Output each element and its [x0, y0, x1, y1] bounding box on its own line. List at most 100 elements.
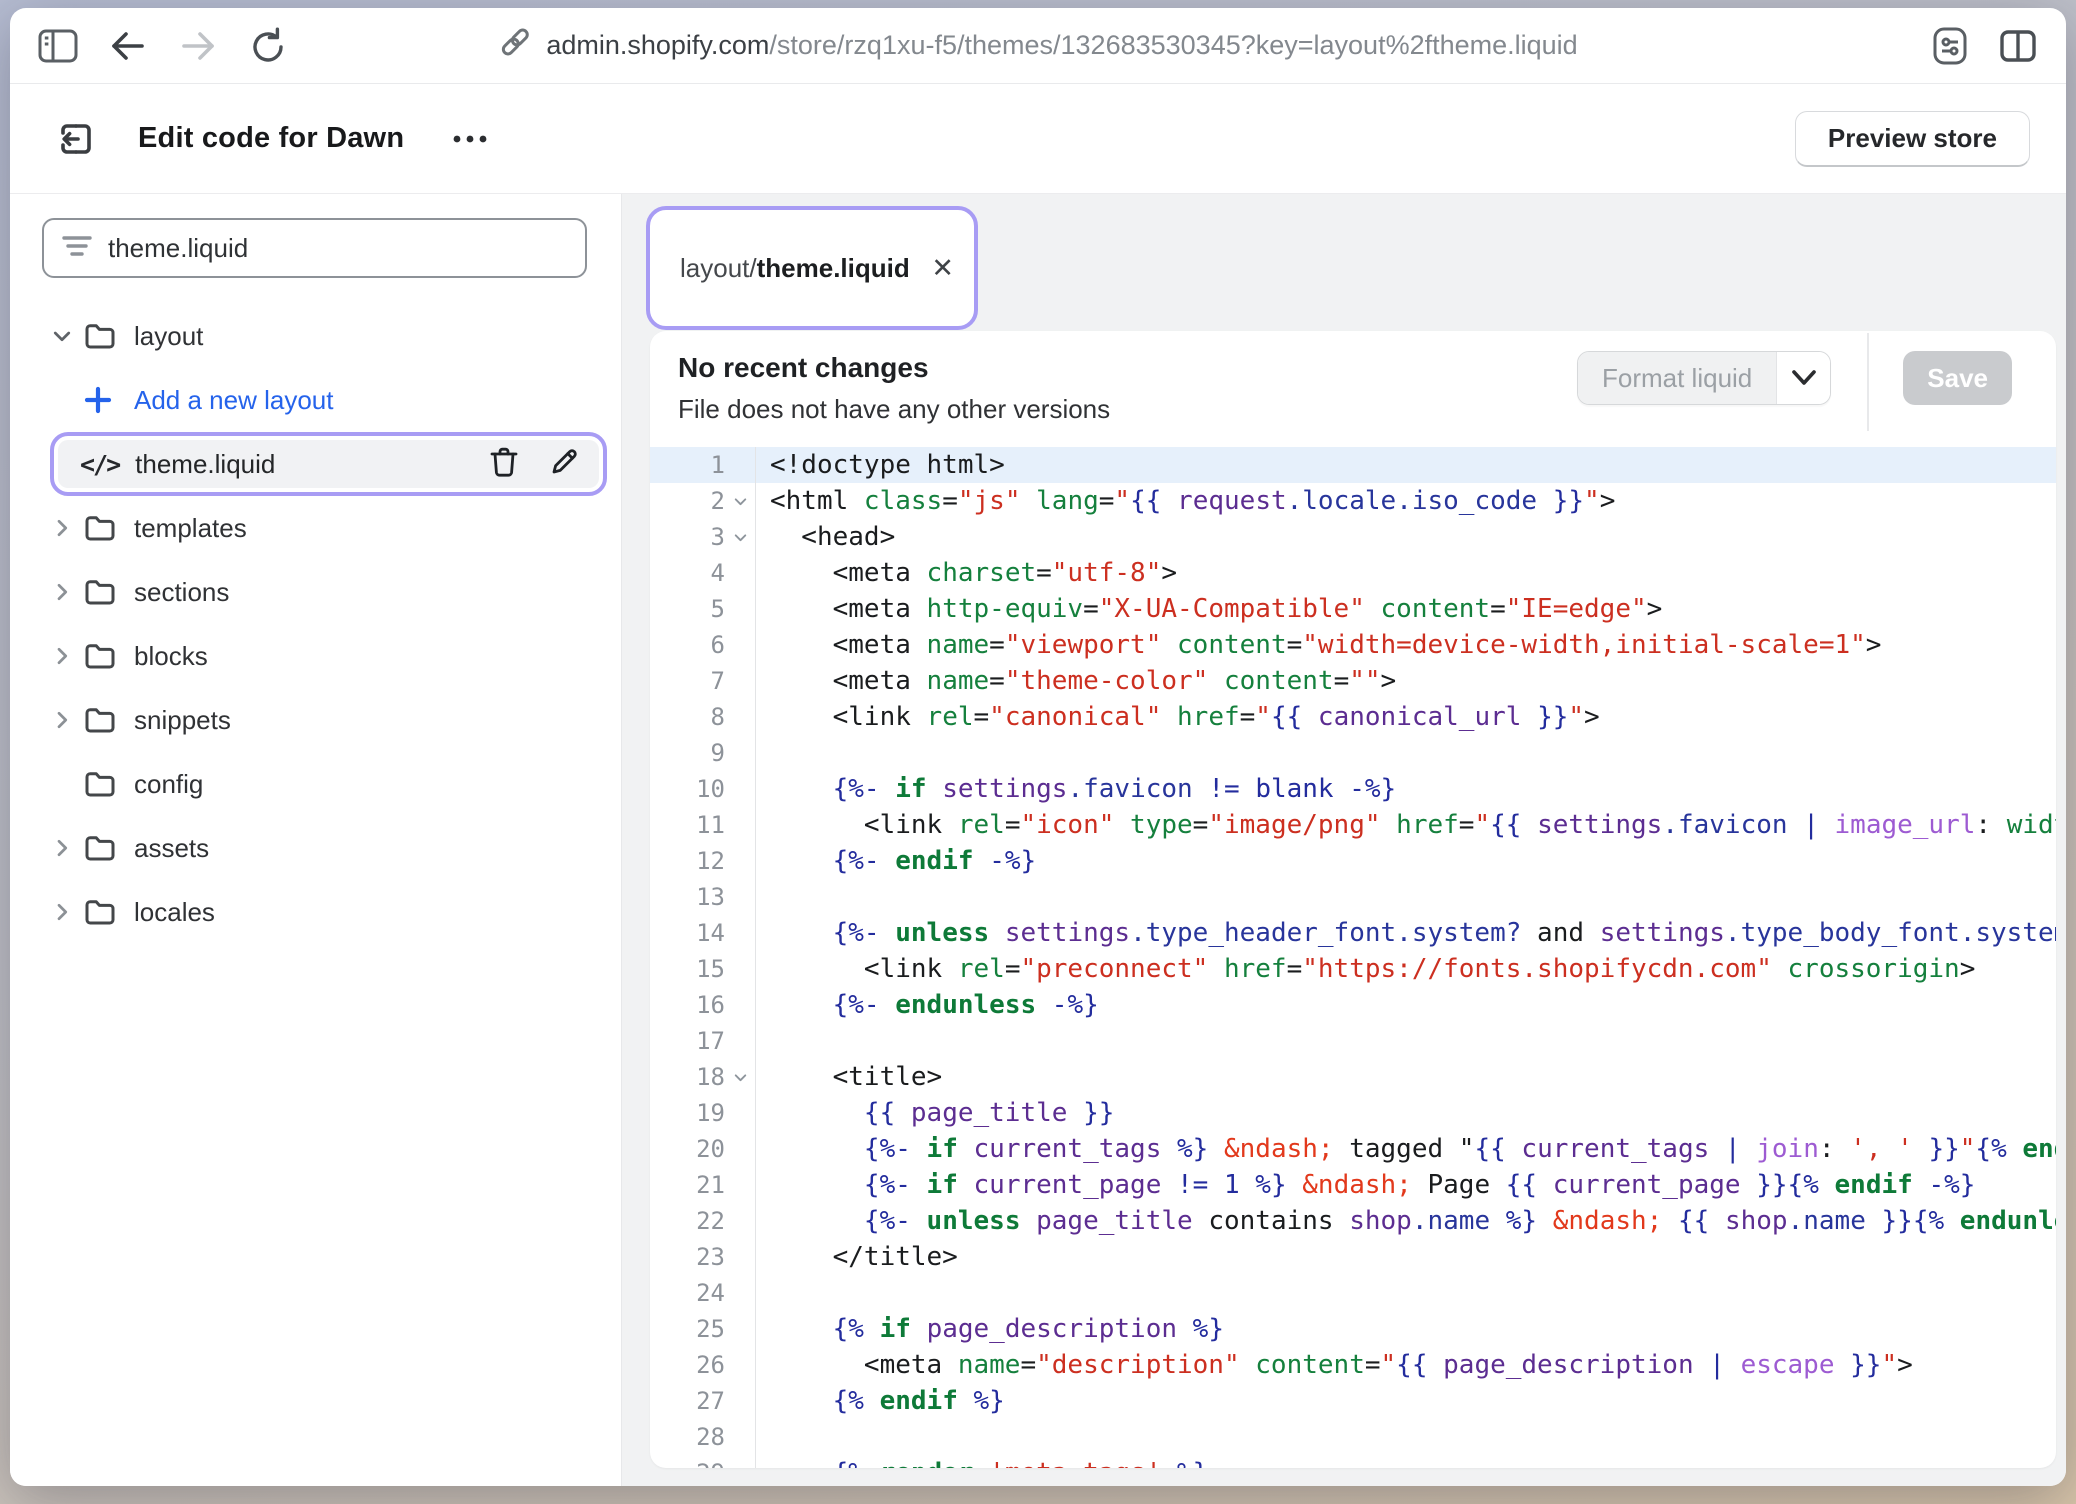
toolbar-divider — [1867, 333, 1869, 431]
exit-icon[interactable] — [54, 117, 98, 161]
line-number: 14 — [650, 915, 756, 951]
save-button[interactable]: Save — [1903, 351, 2012, 405]
file-sidebar: layout Add a new layout </> theme.liquid tem… — [10, 194, 622, 1486]
line-number: 4 — [650, 555, 756, 591]
address-bar[interactable]: admin.shopify.com/store/rzq1xu-f5/themes… — [498, 8, 1577, 83]
code-line-text[interactable]: {%- endunless -%} — [756, 990, 1099, 1020]
code-line-text[interactable]: {% if page_description %} — [756, 1314, 1224, 1344]
browser-window: admin.shopify.com/store/rzq1xu-f5/themes… — [10, 8, 2066, 1486]
chevron-right-icon[interactable] — [50, 580, 84, 604]
tab-strip: layout/theme.liquid ✕ — [622, 194, 2066, 331]
editor-toolbar: No recent changes File does not have any… — [650, 331, 2056, 431]
chevron-right-icon[interactable] — [50, 708, 84, 732]
code-line-text[interactable]: <title> — [756, 1062, 942, 1092]
code-line-text[interactable]: {% endif %} — [756, 1386, 1005, 1416]
code-line-text[interactable]: {%- unless page_title contains shop.name… — [756, 1206, 2056, 1236]
code-line-text[interactable]: {%- if current_tags %} &ndash; tagged "{… — [756, 1134, 2056, 1164]
tree-item-config[interactable]: config — [10, 752, 621, 816]
tree-item-locales[interactable]: locales — [10, 880, 621, 944]
app-header: Edit code for Dawn Preview store — [10, 84, 2066, 194]
close-tab-icon[interactable]: ✕ — [931, 253, 954, 284]
line-number: 1 — [650, 447, 756, 483]
tree-item-snippets[interactable]: snippets — [10, 688, 621, 752]
code-line-text[interactable]: {%- if current_page != 1 %} &ndash; Page… — [756, 1170, 1975, 1200]
tree-item-label: config — [134, 769, 203, 800]
line-number: 24 — [650, 1275, 756, 1311]
tab-path-prefix: layout/ — [680, 253, 757, 283]
status-subtitle: File does not have any other versions — [678, 393, 1110, 425]
chevron-right-icon[interactable] — [50, 644, 84, 668]
forward-arrow-icon[interactable] — [176, 24, 220, 68]
format-liquid-button[interactable]: Format liquid — [1577, 351, 1831, 405]
tree-item-theme.liquid-selected[interactable]: </> theme.liquid — [50, 432, 607, 496]
tree-item-label: Add a new layout — [134, 385, 333, 416]
tree-item-layout[interactable]: layout — [10, 304, 621, 368]
fold-toggle-icon[interactable] — [725, 1069, 755, 1086]
code-line-text[interactable]: {%- if settings.favicon != blank -%} — [756, 774, 1396, 804]
line-number: 27 — [650, 1383, 756, 1419]
chevron-right-icon[interactable] — [50, 516, 84, 540]
code-line-text[interactable]: {%- unless settings.type_header_font.sys… — [756, 918, 2056, 948]
code-line-11: 11 <link rel="icon" type="image/png" hre… — [650, 807, 2056, 843]
file-search[interactable] — [42, 218, 587, 278]
code-line-text[interactable]: </title> — [756, 1242, 958, 1272]
code-line-text[interactable]: {{ page_title }} — [756, 1098, 1114, 1128]
chevron-down-icon[interactable] — [1776, 352, 1830, 404]
code-line-text[interactable]: <meta http-equiv="X-UA-Compatible" conte… — [756, 594, 1662, 624]
preview-store-button[interactable]: Preview store — [1795, 111, 2030, 167]
code-line-19: 19 {{ page_title }} — [650, 1095, 2056, 1131]
line-number: 29 — [650, 1455, 756, 1468]
code-line-text[interactable]: <meta name="description" content="{{ pag… — [756, 1350, 1913, 1380]
line-number: 9 — [650, 735, 756, 771]
rename-file-icon[interactable] — [549, 447, 579, 482]
code-line-2: 2<html class="js" lang="{{ request.local… — [650, 483, 2056, 519]
reload-icon[interactable] — [246, 24, 290, 68]
back-arrow-icon[interactable] — [106, 24, 150, 68]
split-view-icon[interactable] — [1996, 24, 2040, 68]
tree-item-sections[interactable]: sections — [10, 560, 621, 624]
tree-item-label: theme.liquid — [135, 449, 489, 480]
fold-toggle-icon[interactable] — [725, 493, 755, 510]
fold-toggle-icon[interactable] — [725, 529, 755, 546]
add-new-layout-link[interactable]: Add a new layout — [10, 368, 621, 432]
chevron-right-icon[interactable] — [50, 836, 84, 860]
line-number: 2 — [650, 483, 756, 519]
code-line-text[interactable]: <link rel="preconnect" href="https://fon… — [756, 954, 1975, 984]
code-line-21: 21 {%- if current_page != 1 %} &ndash; P… — [650, 1167, 2056, 1203]
search-input[interactable] — [108, 233, 567, 264]
code-line-18: 18 <title> — [650, 1059, 2056, 1095]
code-line-5: 5 <meta http-equiv="X-UA-Compatible" con… — [650, 591, 2056, 627]
code-line-text[interactable]: <link rel="icon" type="image/png" href="… — [756, 810, 2056, 840]
chevron-down-icon[interactable] — [50, 324, 84, 348]
tree-item-assets[interactable]: assets — [10, 816, 621, 880]
code-line-text[interactable]: <meta name="theme-color" content=""> — [756, 666, 1396, 696]
line-number: 12 — [650, 843, 756, 879]
delete-file-icon[interactable] — [489, 446, 519, 483]
code-line-text[interactable]: <meta charset="utf-8"> — [756, 558, 1177, 588]
folder-icon — [84, 641, 132, 671]
code-line-text[interactable]: {% render 'meta-tags' %} — [756, 1458, 1208, 1468]
page-settings-icon[interactable] — [1928, 24, 1972, 68]
file-tree: layout Add a new layout </> theme.liquid tem… — [10, 304, 621, 944]
link-icon — [498, 25, 532, 66]
url-domain: admin.shopify.com — [546, 30, 769, 60]
chevron-right-icon[interactable] — [50, 900, 84, 924]
code-line-text[interactable]: <link rel="canonical" href="{{ canonical… — [756, 702, 1600, 732]
code-line-text[interactable]: <meta name="viewport" content="width=dev… — [756, 630, 1881, 660]
code-line-text[interactable]: <html class="js" lang="{{ request.locale… — [756, 486, 1615, 516]
code-line-text[interactable]: <!doctype html> — [756, 450, 1005, 480]
code-editor[interactable]: 1<!doctype html>2<html class="js" lang="… — [650, 431, 2056, 1468]
code-line-text[interactable]: <head> — [756, 522, 895, 552]
tree-item-templates[interactable]: templates — [10, 496, 621, 560]
tab-theme-liquid[interactable]: layout/theme.liquid ✕ — [646, 206, 978, 330]
folder-icon — [84, 833, 132, 863]
code-line-text[interactable]: {%- endif -%} — [756, 846, 1036, 876]
code-line-1: 1<!doctype html> — [650, 447, 2056, 483]
code-line-20: 20 {%- if current_tags %} &ndash; tagged… — [650, 1131, 2056, 1167]
sidebar-toggle-icon[interactable] — [36, 24, 80, 68]
more-menu-icon[interactable] — [450, 132, 490, 146]
code-line-7: 7 <meta name="theme-color" content=""> — [650, 663, 2056, 699]
code-file-icon: </> — [80, 450, 119, 479]
tree-item-blocks[interactable]: blocks — [10, 624, 621, 688]
code-line-8: 8 <link rel="canonical" href="{{ canonic… — [650, 699, 2056, 735]
